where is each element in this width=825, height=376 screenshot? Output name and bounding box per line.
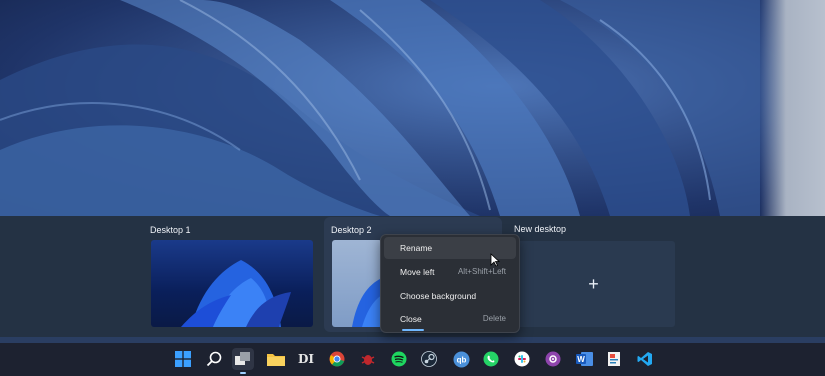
- paint-app-icon[interactable]: [603, 348, 625, 370]
- qbittorrent-icon[interactable]: qb: [450, 348, 472, 370]
- qbittorrent-glyph: qb: [456, 355, 466, 364]
- menu-item-label: Close: [400, 314, 422, 324]
- taskbar: [0, 343, 825, 376]
- bloom-wallpaper-art: [0, 0, 760, 216]
- whatsapp-icon[interactable]: [480, 348, 502, 370]
- menu-item-close[interactable]: Close Delete: [384, 308, 516, 330]
- mouse-cursor-icon: [490, 253, 500, 267]
- bloom-thumbnail-art: [352, 278, 382, 327]
- menu-item-choose-background[interactable]: Choose background: [384, 285, 516, 307]
- bug-app-icon[interactable]: [357, 348, 379, 370]
- new-desktop-label: New desktop: [514, 224, 567, 234]
- task-view-active-dot: [240, 372, 246, 374]
- start-icon[interactable]: [172, 348, 194, 370]
- desktop-context-menu: Rename Move left Alt+Shift+Left Choose b…: [380, 234, 520, 333]
- desktop-wallpaper: [0, 0, 825, 216]
- word-glyph: W: [577, 355, 585, 364]
- word-icon[interactable]: W: [573, 348, 595, 370]
- new-desktop-button[interactable]: +: [512, 241, 675, 327]
- desktop-2-thumbnail[interactable]: [332, 240, 382, 327]
- menu-item-label: Move left: [400, 267, 435, 277]
- desktop-2-label: Desktop 2: [331, 225, 372, 235]
- vscode-icon[interactable]: [634, 348, 656, 370]
- spotify-icon[interactable]: [388, 348, 410, 370]
- task-view-icon[interactable]: [232, 348, 254, 370]
- steam-icon[interactable]: [418, 348, 440, 370]
- bloom-thumbnail-art: [181, 260, 291, 327]
- desktop-1-thumbnail[interactable]: [151, 240, 313, 327]
- slack-icon[interactable]: [511, 348, 533, 370]
- file-explorer-icon[interactable]: [265, 348, 287, 370]
- menu-item-shortcut: Alt+Shift+Left: [457, 267, 506, 276]
- menu-item-label: Rename: [400, 243, 433, 253]
- chrome-icon[interactable]: [326, 348, 348, 370]
- desktop-1-label: Desktop 1: [150, 225, 191, 235]
- menu-item-label: Choose background: [400, 291, 477, 301]
- plus-icon: +: [588, 273, 599, 294]
- menu-item-shortcut: Delete: [482, 314, 506, 323]
- active-desktop-indicator: [402, 329, 424, 331]
- search-icon[interactable]: [203, 348, 225, 370]
- podcast-icon[interactable]: [542, 348, 564, 370]
- di-app-icon[interactable]: DI: [295, 348, 317, 370]
